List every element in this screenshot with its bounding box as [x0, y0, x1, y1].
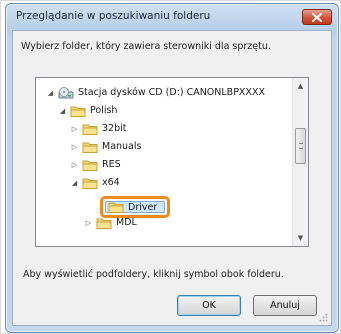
screenshot-frame: Przeglądanie w poszukiwaniu folderu Wybi…	[0, 0, 341, 334]
folder-icon	[82, 158, 98, 172]
title-bar[interactable]: Przeglądanie w poszukiwaniu folderu	[6, 4, 338, 30]
cancel-button[interactable]: Anuluj	[253, 295, 317, 316]
collapsed-arrow-icon[interactable]: ▷	[70, 124, 79, 133]
dialog-body: Wybierz folder, który zawiera sterowniki…	[12, 30, 332, 326]
folder-icon	[82, 122, 98, 136]
expanded-arrow-icon[interactable]: ◢	[46, 88, 55, 97]
vertical-scrollbar[interactable]: ▲ ▼	[292, 78, 308, 246]
window-title: Przeglądanie w poszukiwaniu folderu	[16, 10, 211, 22]
folder-icon	[82, 140, 98, 154]
instruction-text: Wybierz folder, który zawiera sterowniki…	[21, 41, 271, 52]
tree-node-driver[interactable]: Driver	[108, 199, 157, 215]
folder-tree[interactable]: ◢ Stacja dysków CD (D:) CANONLBPXXXX ◢ P…	[35, 77, 309, 247]
ok-button[interactable]: OK	[177, 295, 241, 316]
scrollbar-thumb[interactable]	[295, 128, 306, 164]
collapsed-arrow-icon[interactable]: ▷	[70, 160, 79, 169]
tree-node-x64[interactable]: ◢ x64	[70, 174, 120, 191]
tree-node-polish[interactable]: ◢ Polish	[58, 102, 117, 119]
hint-text: Aby wyświetlić podfoldery, kliknij symbo…	[23, 269, 284, 280]
tree-node-label: RES	[102, 159, 121, 170]
expanded-arrow-icon[interactable]: ◢	[58, 106, 67, 115]
tree-node-manuals[interactable]: ▷ Manuals	[70, 138, 141, 155]
tree-node-res[interactable]: ▷ RES	[70, 156, 121, 173]
selected-folder-highlight[interactable]: Driver	[100, 196, 170, 218]
tree-node-cd-drive[interactable]: ◢ Stacja dysków CD (D:) CANONLBPXXXX	[46, 84, 265, 101]
folder-icon	[82, 176, 98, 190]
close-icon	[312, 12, 322, 22]
grip-icon	[299, 143, 303, 149]
resize-grip-icon[interactable]	[318, 312, 328, 322]
tree-node-label: Driver	[128, 201, 158, 213]
tree-node-32bit[interactable]: ▷ 32bit	[70, 120, 126, 137]
scroll-down-arrow-icon[interactable]: ▼	[293, 230, 308, 246]
tree-node-label: 32bit	[102, 123, 127, 134]
expanded-arrow-icon[interactable]: ◢	[70, 178, 79, 187]
cd-drive-icon	[58, 86, 74, 100]
tree-node-label: Polish	[90, 105, 118, 116]
tree-node-label: Stacja dysków CD (D:) CANONLBPXXXX	[78, 87, 265, 98]
collapsed-arrow-icon[interactable]: ▷	[84, 218, 93, 227]
scroll-up-arrow-icon[interactable]: ▲	[293, 78, 308, 94]
folder-icon	[70, 104, 86, 118]
collapsed-arrow-icon[interactable]: ▷	[70, 142, 79, 151]
tree-node-label: MDL	[116, 217, 137, 228]
folder-icon	[108, 200, 124, 214]
folder-tree-content: ◢ Stacja dysków CD (D:) CANONLBPXXXX ◢ P…	[36, 78, 292, 246]
tree-node-label: x64	[102, 177, 120, 188]
close-button[interactable]	[302, 9, 332, 25]
browse-folder-dialog: Przeglądanie w poszukiwaniu folderu Wybi…	[5, 3, 339, 333]
tree-node-label: Manuals	[102, 141, 142, 152]
